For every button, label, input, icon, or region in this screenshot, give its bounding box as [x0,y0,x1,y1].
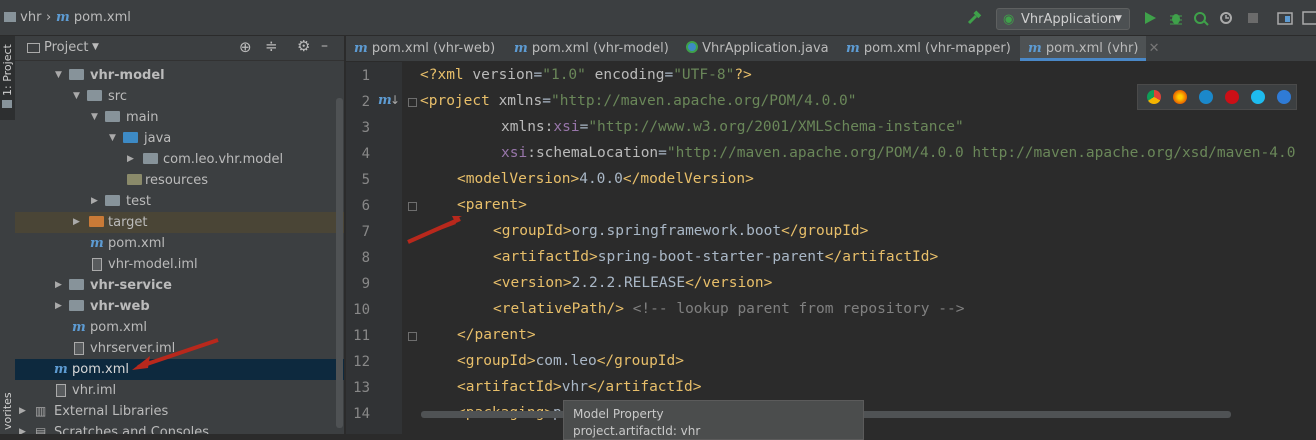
red-arrow-annotation [132,356,150,370]
annotation-layer [132,216,462,370]
red-arrow-annotation [407,217,461,244]
red-arrow-annotation [137,338,219,369]
